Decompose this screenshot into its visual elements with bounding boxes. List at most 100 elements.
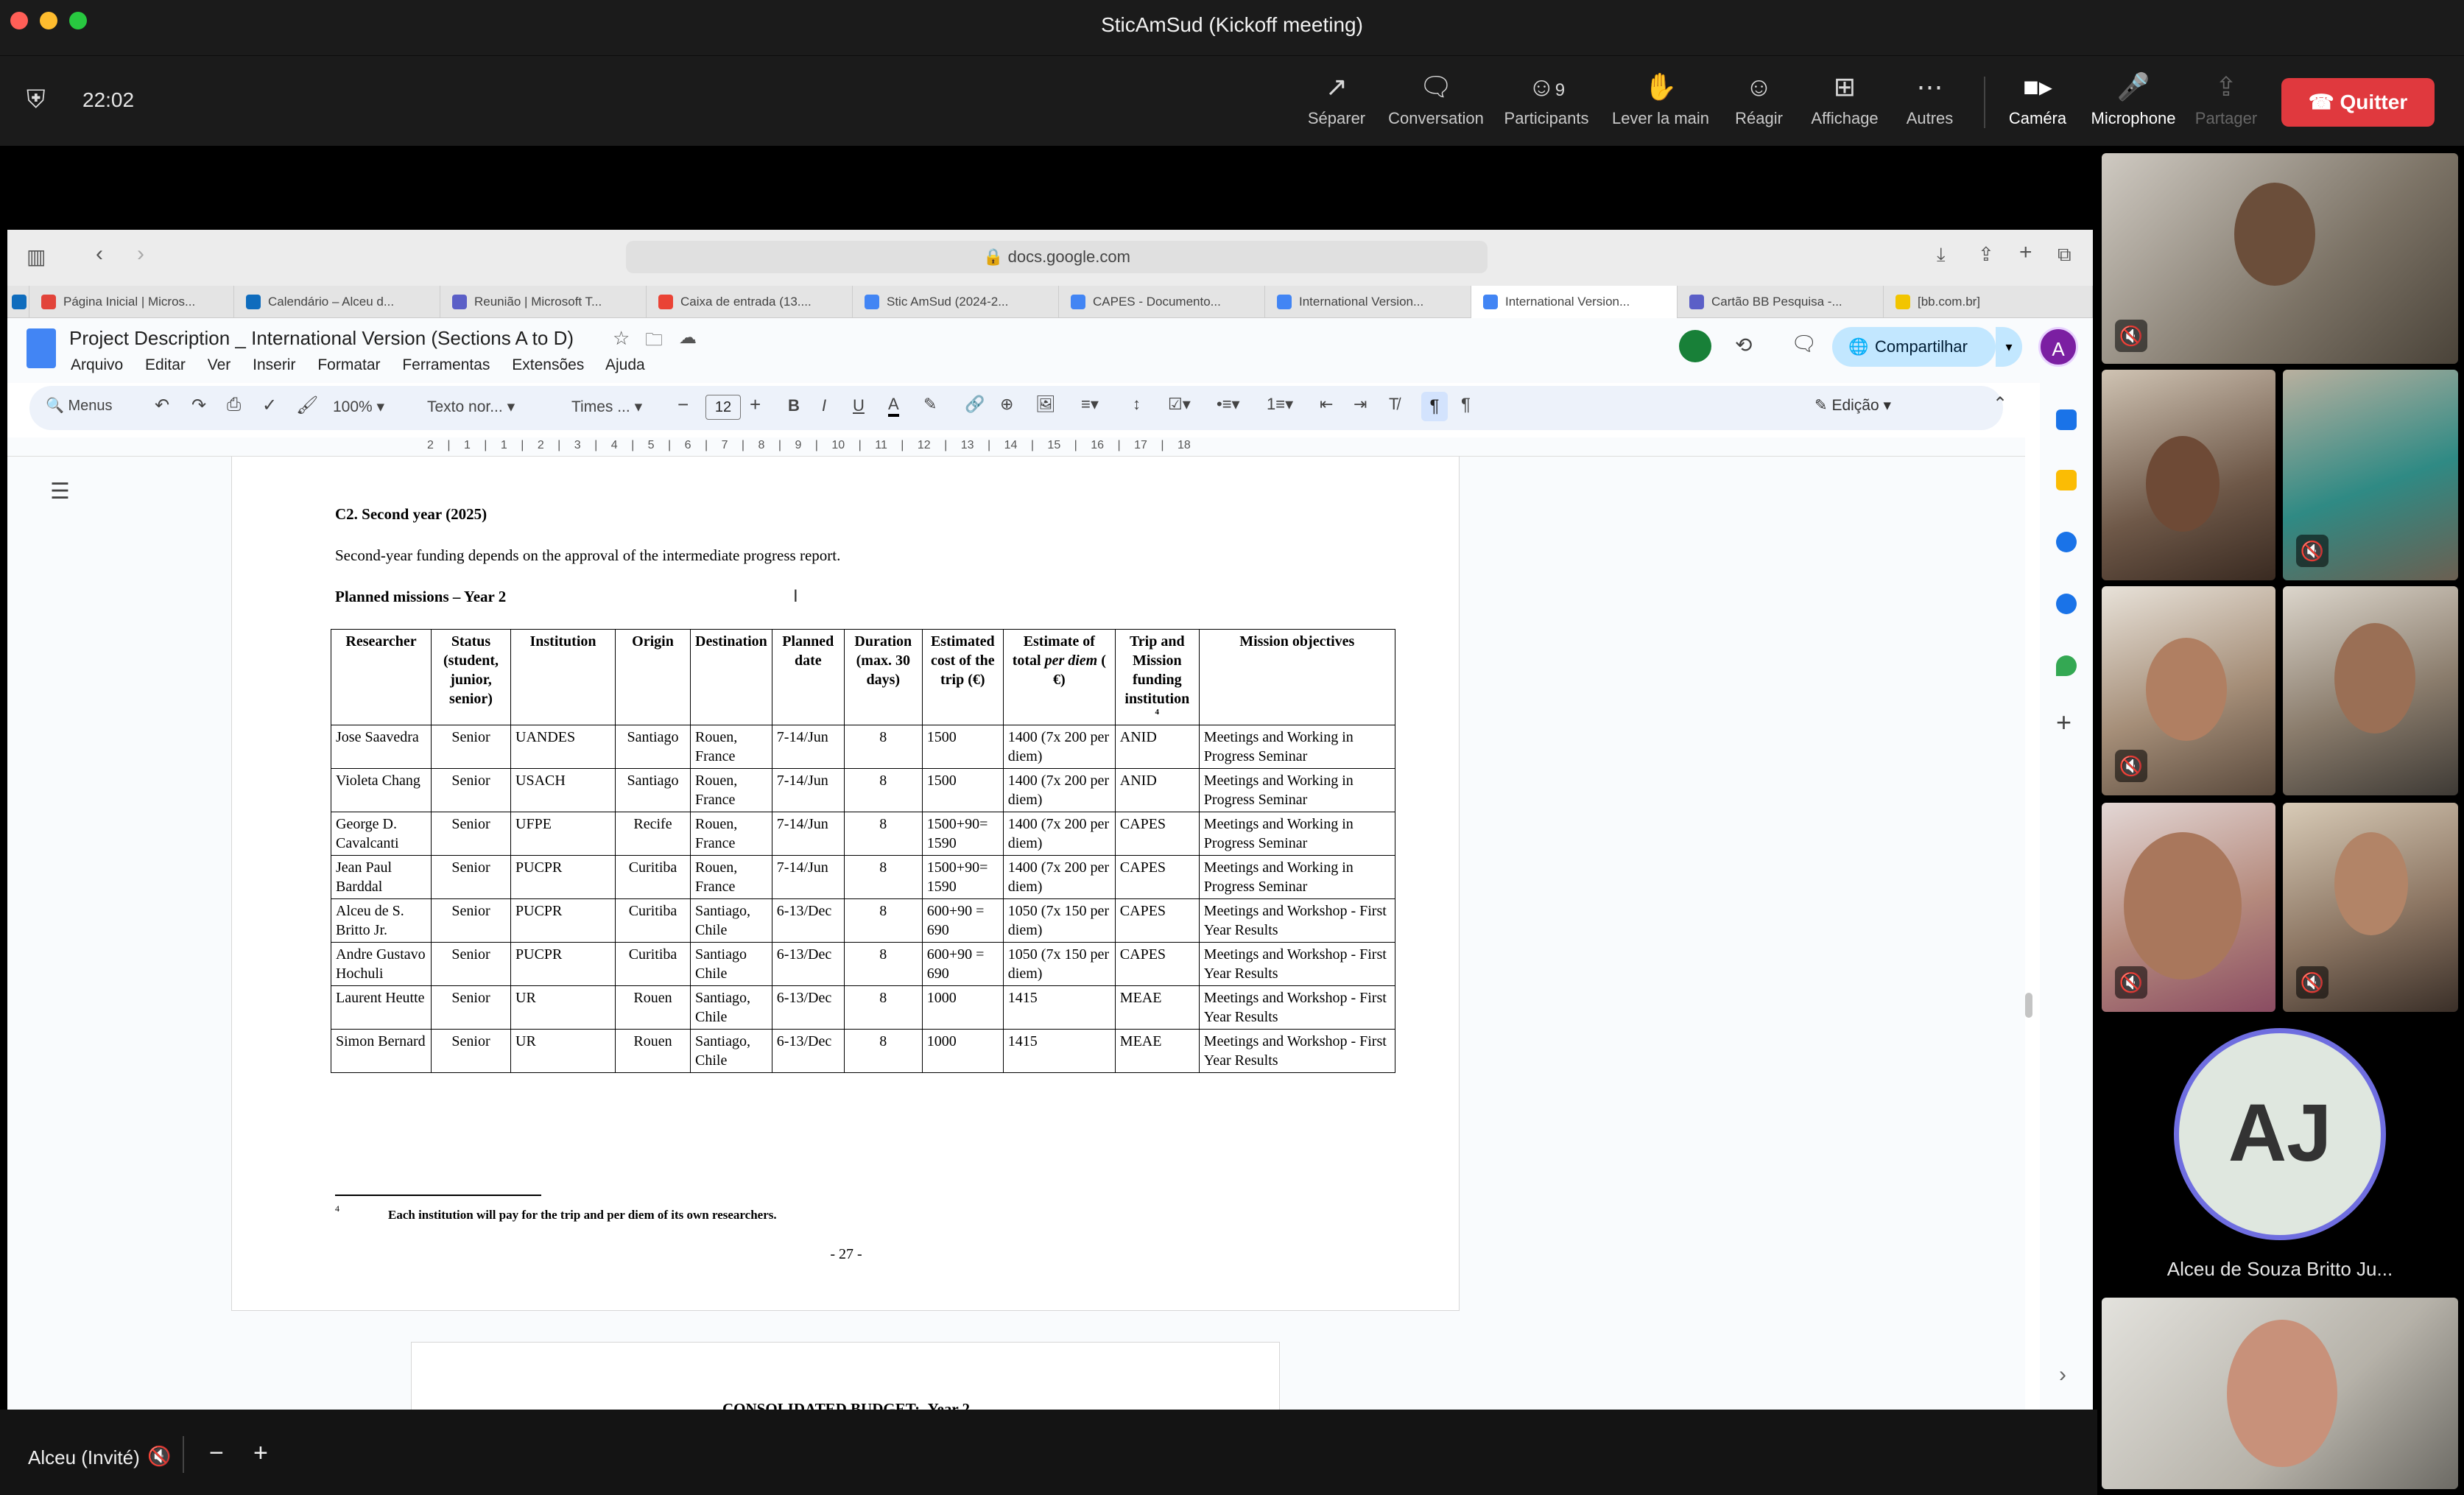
table-cell[interactable]: MEAE [1114, 1029, 1200, 1073]
decrease-size-icon[interactable]: − [677, 393, 689, 416]
table-cell[interactable]: PUCPR [510, 942, 616, 986]
tab-cartao-bb[interactable]: Cartão BB Pesquisa -... [1678, 286, 1884, 318]
table-cell[interactable]: 8 [843, 855, 923, 899]
link-icon[interactable]: 🔗 [965, 395, 985, 414]
comments-icon[interactable]: 🗨 [1791, 331, 1817, 356]
table-cell[interactable]: Santiago, Chile [690, 1029, 772, 1073]
text-color-icon[interactable]: A [888, 395, 899, 417]
table-cell[interactable]: 7-14/Jun [771, 812, 845, 856]
table-cell[interactable]: Senior [431, 768, 511, 812]
table-cell[interactable]: 7-14/Jun [771, 855, 845, 899]
table-cell[interactable]: Andre Gustavo Hochuli [331, 942, 432, 986]
table-cell[interactable]: Simon Bernard [331, 1029, 432, 1073]
menu-ajuda[interactable]: Ajuda [605, 356, 645, 373]
underline-icon[interactable]: U [853, 396, 865, 415]
editing-mode-select[interactable]: ✎ Edição ▾ [1814, 396, 1891, 415]
expand-button[interactable]: + [253, 1439, 268, 1468]
participants-button[interactable]: ☺9 Participants [1491, 69, 1602, 128]
collapse-toolbar-icon[interactable]: ⌃ [1993, 393, 2007, 415]
font-size-input[interactable]: 12 [705, 395, 741, 420]
table-cell[interactable]: 1500+90= 1590 [921, 855, 1004, 899]
share-docs-button[interactable]: 🌐 Compartilhar [1832, 327, 1996, 367]
star-icon[interactable]: ☆ [613, 327, 630, 350]
decrease-indent-icon[interactable]: ⇤ [1320, 395, 1333, 414]
table-cell[interactable]: Senior [431, 855, 511, 899]
outline-icon[interactable]: ☰ [50, 479, 70, 504]
muted-mic-icon[interactable]: 🔇 [147, 1445, 171, 1468]
table-row[interactable]: Violeta Chang Senior USACH Santiago Rouen, F… [331, 768, 1395, 812]
table-cell[interactable]: Jose Saavedra [331, 725, 432, 769]
table-cell[interactable]: 7-14/Jun [771, 725, 845, 769]
table-cell[interactable]: 8 [843, 725, 923, 769]
menu-ferramentas[interactable]: Ferramentas [402, 356, 490, 373]
participant-video-tile[interactable] [2102, 370, 2275, 580]
share-button[interactable]: ⇪ Partager [2171, 69, 2281, 128]
forward-icon[interactable]: › [137, 242, 144, 267]
participant-video-tile[interactable] [2283, 586, 2458, 795]
menu-editar[interactable]: Editar [145, 356, 186, 373]
next-page[interactable]: CONSOLIDATED BUDGET: Year 2 [411, 1342, 1280, 1410]
table-row[interactable]: Laurent Heutte Senior UR Rouen Santiago, Chi… [331, 985, 1395, 1030]
table-cell[interactable]: Rouen, France [690, 812, 772, 856]
table-cell[interactable]: Rouen, France [690, 725, 772, 769]
table-cell[interactable]: 8 [843, 812, 923, 856]
table-cell[interactable]: Meetings and Workshop - First Year Resul… [1198, 898, 1395, 943]
back-icon[interactable]: ‹ [96, 242, 103, 267]
table-row[interactable]: Andre Gustavo Hochuli Senior PUCPR Curitiba… [331, 942, 1395, 986]
table-cell[interactable]: Meetings and Working in Progress Seminar [1198, 812, 1395, 856]
table-cell[interactable]: Violeta Chang [331, 768, 432, 812]
horizontal-ruler[interactable]: 2 | 1 | 1 | 2 | 3 | 4 | 5 | 6 | 7 | 8 | … [7, 437, 2025, 457]
chat-button[interactable]: 🗨 Conversation [1381, 69, 1491, 128]
table-cell[interactable]: 1000 [921, 985, 1004, 1030]
quit-meeting-button[interactable]: ☎ Quitter [2281, 78, 2435, 127]
table-cell[interactable]: Santiago [615, 768, 691, 812]
keep-icon[interactable] [2056, 470, 2077, 490]
table-cell[interactable]: 6-13/Dec [771, 1029, 845, 1073]
menu-arquivo[interactable]: Arquivo [71, 356, 123, 373]
highlight-icon[interactable]: ✎ [923, 395, 937, 414]
participant-video-tile[interactable]: 🔇 [2102, 803, 2275, 1012]
table-cell[interactable]: 7-14/Jun [771, 768, 845, 812]
table-cell[interactable]: CAPES [1114, 812, 1200, 856]
table-cell[interactable]: Meetings and Workshop - First Year Resul… [1198, 985, 1395, 1030]
table-cell[interactable]: 1050 (7x 150 per diem) [1002, 898, 1116, 943]
table-cell[interactable]: Meetings and Working in Progress Seminar [1198, 855, 1395, 899]
table-cell[interactable]: Rouen, France [690, 768, 772, 812]
table-cell[interactable]: MEAE [1114, 985, 1200, 1030]
table-cell[interactable]: Curitiba [615, 898, 691, 943]
table-cell[interactable]: Santiago Chile [690, 942, 772, 986]
account-avatar[interactable]: A [2038, 327, 2078, 367]
table-cell[interactable]: 1500+90= 1590 [921, 812, 1004, 856]
comment-icon[interactable]: ⊕ [1000, 395, 1013, 414]
tab-capes[interactable]: CAPES - Documento... [1059, 286, 1265, 318]
line-spacing-icon[interactable]: ↕ [1133, 395, 1141, 414]
table-cell[interactable]: 1415 [1002, 1029, 1116, 1073]
table-cell[interactable]: 1415 [1002, 985, 1116, 1030]
table-cell[interactable]: Meetings and Workshop - First Year Resul… [1198, 1029, 1395, 1073]
tab-pagina-inicial[interactable]: Página Inicial | Micros... [29, 286, 234, 318]
table-cell[interactable]: Santiago, Chile [690, 898, 772, 943]
history-icon[interactable]: ⟲ [1735, 333, 1752, 357]
table-cell[interactable]: 1500 [921, 768, 1004, 812]
table-cell[interactable]: 8 [843, 1029, 923, 1073]
table-cell[interactable]: Senior [431, 898, 511, 943]
table-cell[interactable]: UANDES [510, 725, 616, 769]
style-select[interactable]: Texto nor... ▾ [427, 398, 515, 416]
tab-caixa-de-entrada[interactable]: Caixa de entrada (13.... [647, 286, 853, 318]
table-cell[interactable]: 8 [843, 898, 923, 943]
table-cell[interactable]: 1400 (7x 200 per diem) [1002, 725, 1116, 769]
font-select[interactable]: Times ... ▾ [571, 398, 642, 416]
more-button[interactable]: ⋯ Autres [1876, 69, 1983, 128]
expand-panel-icon[interactable]: › [2059, 1362, 2066, 1387]
print-icon[interactable]: ⎙ [227, 395, 241, 415]
numbered-list-icon[interactable]: 1≡▾ [1267, 395, 1293, 414]
docs-logo-icon[interactable] [27, 328, 56, 368]
table-cell[interactable]: USACH [510, 768, 616, 812]
scrollbar-thumb[interactable] [2025, 993, 2032, 1018]
participant-video-tile[interactable] [2102, 1298, 2458, 1489]
image-icon[interactable]: 🖼 [1035, 395, 1056, 414]
meet-icon[interactable] [1679, 330, 1711, 362]
tab-international-version-active[interactable]: International Version... [1471, 286, 1678, 318]
table-row[interactable]: Jose Saavedra Senior UANDES Santiago Rouen, … [331, 725, 1395, 769]
table-cell[interactable]: Santiago, Chile [690, 985, 772, 1030]
